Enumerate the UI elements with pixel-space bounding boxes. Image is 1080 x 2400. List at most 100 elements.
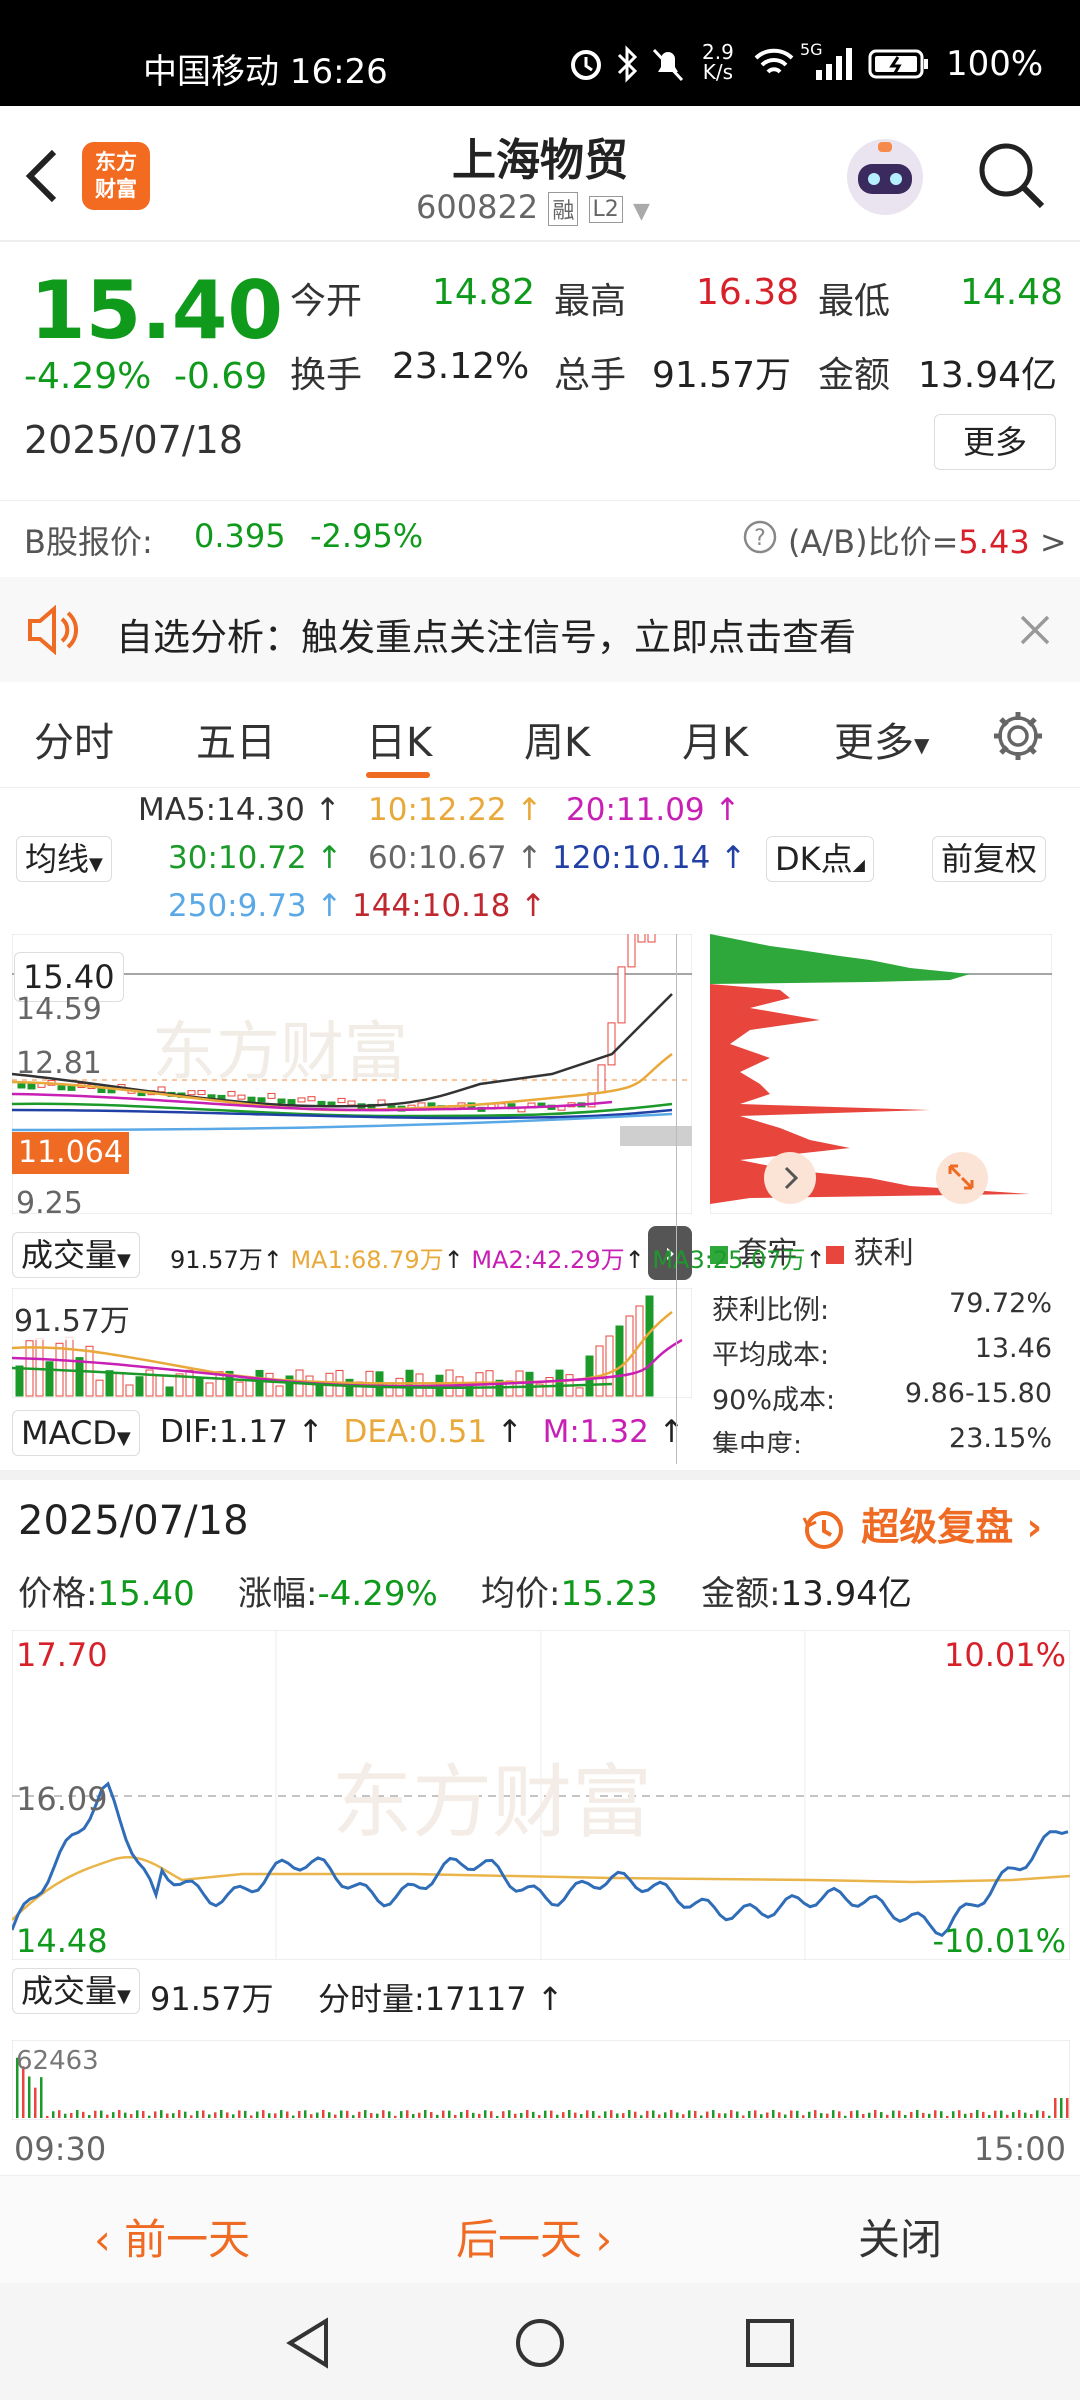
super-replay-link[interactable]: 超级复盘 ›: [800, 1496, 1042, 1552]
intraday-volume-bar: [280, 2110, 283, 2118]
intraday-volume-bar: [226, 2112, 229, 2118]
intraday-volume-bar: [364, 2110, 367, 2118]
intraday-volume-bar: [292, 2115, 295, 2118]
ma5-label: MA5:14.30 ↑: [138, 792, 341, 828]
intraday-volume-bar: [244, 2110, 247, 2118]
carrier-time: 中国移动 16:26: [143, 52, 388, 92]
macd-selector[interactable]: MACD▼: [12, 1410, 140, 1456]
intraday-volume-bar: [1012, 2112, 1015, 2118]
wifi-icon: [754, 48, 794, 74]
volume-bar: [235, 1381, 244, 1397]
intraday-volume-bar: [376, 2113, 379, 2118]
intraday-volume-bar: [136, 2110, 139, 2118]
settings-gear-icon[interactable]: [990, 708, 1046, 764]
intraday-volume-bar: [304, 2110, 307, 2118]
nav-recents-icon[interactable]: [744, 2317, 796, 2369]
intraday-volume-bar: [874, 2110, 877, 2118]
ma30-label: 30:10.72 ↑: [168, 840, 343, 876]
intraday-volume-bar: [904, 2114, 907, 2118]
intraday-volume-bar: [616, 2113, 619, 2118]
intraday-volume-chart[interactable]: [12, 2040, 1070, 2120]
intraday-volume-bar: [454, 2114, 457, 2118]
candle: [157, 1086, 166, 1093]
close-icon[interactable]: [1018, 613, 1052, 647]
candle: [297, 1097, 306, 1103]
tab-more[interactable]: 更多▼: [834, 710, 929, 768]
intraday-volume-bar: [796, 2110, 799, 2118]
intraday-chart[interactable]: 东方财富: [12, 1630, 1070, 1960]
intraday-volume-bar: [346, 2110, 349, 2118]
nav-back-icon[interactable]: [280, 2315, 340, 2371]
intraday-volume-bar: [496, 2115, 499, 2118]
high-label: 最高: [554, 281, 627, 322]
search-icon[interactable]: [976, 140, 1048, 212]
more-button[interactable]: 更多: [934, 414, 1056, 470]
intraday-volume-bar: [76, 2110, 79, 2118]
stock-header: 东方 财富 上海物贸 600822 融 L2 ▼: [0, 106, 1080, 242]
next-day-button[interactable]: 后一天 ›: [456, 2206, 612, 2267]
intraday-volume-bar: [820, 2113, 823, 2118]
intraday-volume-bar: [118, 2110, 121, 2118]
intraday-volume-bar: [814, 2110, 817, 2118]
intraday-volume-bar: [166, 2113, 169, 2118]
chip-stats: 获利比例: 79.72% 平均成本: 13.46 90%成本: 9.86-15.80 …: [712, 1288, 1052, 1453]
dropdown-icon[interactable]: ▼: [633, 199, 650, 224]
help-icon[interactable]: ?: [742, 519, 778, 555]
intraday-volume-bar: [712, 2110, 715, 2118]
turnover-value: 23.12%: [392, 346, 530, 387]
alarm-icon: [571, 50, 601, 80]
tab-monthly-k[interactable]: 月K: [682, 710, 748, 768]
intraday-volume-bar: [418, 2112, 421, 2118]
open-value: 14.82: [432, 272, 536, 313]
intraday-volume-bar: [892, 2110, 895, 2118]
chip-stat-row: 获利比例: 79.72%: [712, 1288, 1052, 1326]
volume-indicator-selector[interactable]: 成交量▼: [12, 1232, 140, 1278]
prev-day-button[interactable]: ‹ 前一天: [94, 2206, 250, 2267]
candle: [227, 1090, 236, 1097]
close-panel-button[interactable]: 关闭: [858, 2206, 942, 2267]
margin-badge: 融: [548, 192, 579, 226]
tab-weekly-k[interactable]: 周K: [524, 710, 590, 768]
battery-icon: [868, 49, 928, 79]
history-icon: [802, 1510, 843, 1549]
ab-ratio[interactable]: (A/B)比价=5.43 >: [788, 517, 1067, 563]
adjust-mode-toggle[interactable]: 前复权: [932, 836, 1047, 882]
intraday-volume-bar: [934, 2110, 937, 2118]
b-share-change: -2.95%: [310, 517, 424, 555]
candle: [627, 934, 636, 968]
chip-distribution-chart[interactable]: [710, 934, 1052, 1214]
intraday-pct-bottom: -10.01%: [932, 1922, 1066, 1960]
intraday-volume-bar: [64, 2113, 67, 2118]
tab-daily-k[interactable]: 日K: [366, 710, 432, 768]
b-share-row: B股报价: 0.395 -2.95% ? (A/B)比价=5.43 >: [0, 500, 1080, 574]
ma-selector[interactable]: 均线▼: [16, 836, 112, 882]
intraday-volume-bar: [736, 2111, 739, 2118]
intraday-volume-bar: [760, 2114, 763, 2118]
volume-bar: [45, 1361, 54, 1397]
nav-home-icon[interactable]: [512, 2315, 568, 2371]
intraday-volume-bar: [724, 2113, 727, 2118]
volume-bar: [605, 1335, 614, 1397]
analysis-banner[interactable]: 自选分析：触发重点关注信号，立即点击查看: [0, 577, 1080, 682]
intraday-volume-bar: [880, 2112, 883, 2118]
intraday-volume-bar: [46, 2115, 49, 2118]
intraday-volume-bar: [994, 2110, 997, 2118]
intraday-volume-selector[interactable]: 成交量▼: [12, 1968, 140, 2014]
robot-assistant-icon[interactable]: [842, 134, 928, 220]
intraday-volume-bar: [502, 2111, 505, 2118]
time-start: 09:30: [14, 2130, 107, 2168]
volume-bar: [115, 1372, 124, 1397]
change-percent: -4.29%: [24, 356, 152, 397]
candle: [317, 1100, 326, 1106]
intraday-volume-bar: [574, 2112, 577, 2118]
dk-point-toggle[interactable]: DK点◢: [766, 836, 874, 882]
intraday-volume-bar: [886, 2114, 889, 2118]
ma20-label: 20:11.09 ↑: [566, 792, 741, 828]
intraday-volume-bar: [604, 2111, 607, 2118]
bluetooth-icon: [617, 45, 638, 83]
tab-five-day[interactable]: 五日: [196, 710, 276, 768]
tab-intraday[interactable]: 分时: [34, 710, 114, 768]
ma60-label: 60:10.67 ↑: [368, 840, 543, 876]
intraday-volume-bar: [682, 2114, 685, 2118]
intraday-volume-bar: [538, 2115, 541, 2118]
